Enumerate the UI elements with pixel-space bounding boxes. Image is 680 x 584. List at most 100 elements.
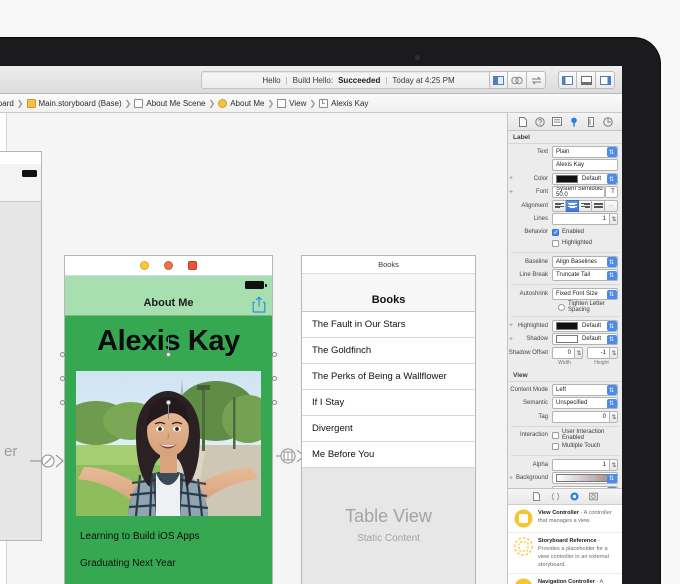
table-row[interactable]: Divergent xyxy=(302,416,475,442)
quick-help-tab[interactable] xyxy=(534,116,545,127)
line-break-row: Line Break Truncate Tail xyxy=(508,269,622,281)
about-me-navbar[interactable]: About Me xyxy=(65,276,272,316)
shadow-color-popup[interactable]: Default xyxy=(552,333,618,345)
user-interaction-checkbox[interactable] xyxy=(552,432,559,439)
selection-handle[interactable] xyxy=(166,400,171,405)
alpha-stepper[interactable]: 1 xyxy=(552,459,618,471)
toggle-navigator-button[interactable] xyxy=(558,71,577,89)
lines-stepper[interactable]: 1 xyxy=(552,213,618,225)
background-row: + Background xyxy=(508,472,622,484)
table-row[interactable]: The Fault in Our Stars xyxy=(302,312,475,338)
align-left-button[interactable] xyxy=(552,200,566,212)
font-picker-button[interactable]: T xyxy=(605,186,618,198)
line-break-popup[interactable]: Truncate Tail xyxy=(552,269,618,281)
size-inspector-tab[interactable] xyxy=(585,116,596,127)
list-item[interactable]: Learning to Build iOS Apps xyxy=(80,531,262,542)
partial-scene[interactable] xyxy=(0,151,42,541)
toggle-utilities-button[interactable] xyxy=(596,71,615,89)
behavior-highlighted-row: Highlighted xyxy=(508,238,622,249)
list-item[interactable]: Navigation Controller - A controller tha… xyxy=(508,574,622,584)
text-color-popup[interactable]: Default xyxy=(552,173,618,185)
alignment-label: Alignment xyxy=(508,203,552,209)
label-text-input[interactable]: Alexis Kay xyxy=(552,159,618,171)
books-navbar[interactable]: Books xyxy=(302,274,475,312)
library-tab-bar xyxy=(508,489,622,505)
autoshrink-popup[interactable]: Fixed Font Size xyxy=(552,288,618,300)
highlighted-color-row: + Highlighted Default xyxy=(508,320,622,332)
baseline-popup[interactable]: Align Baselines xyxy=(552,256,618,268)
selection-handle[interactable] xyxy=(272,376,277,381)
shadow-offset-width[interactable]: 0 xyxy=(552,347,583,359)
breadcrumb-item-3[interactable]: About Me xyxy=(216,99,266,108)
text-value-row: Alexis Kay xyxy=(508,159,622,171)
breadcrumb-item-5[interactable]: L Alexis Kay xyxy=(317,99,370,108)
books-scene[interactable]: Books Books The Fault in Our Stars The G… xyxy=(301,255,476,584)
selfie-photo[interactable] xyxy=(76,371,261,516)
about-me-nav-title: About Me xyxy=(65,297,272,309)
align-natural-button[interactable]: ··· xyxy=(605,200,618,212)
text-style-row: Text Plain xyxy=(508,146,622,158)
version-editor-button[interactable] xyxy=(527,71,546,89)
alignment-row: Alignment ··· xyxy=(508,200,622,212)
highlighted-color-popup[interactable]: Default xyxy=(552,320,618,332)
storyboard-canvas[interactable]: er About Me xyxy=(0,113,507,584)
attributes-inspector-tab[interactable] xyxy=(568,116,579,127)
about-me-scene[interactable]: About Me Alexis Kay xyxy=(64,255,273,584)
semantic-popup[interactable]: Unspecified xyxy=(552,397,618,409)
breadcrumb-sep: ❯ xyxy=(124,99,133,108)
view-controller-library-icon xyxy=(514,509,533,528)
content-mode-popup[interactable]: Left xyxy=(552,384,618,396)
standard-editor-button[interactable] xyxy=(489,71,508,89)
toggle-debug-button[interactable] xyxy=(577,71,596,89)
exit-dock-icon[interactable] xyxy=(188,261,197,270)
share-icon[interactable] xyxy=(252,296,266,313)
breadcrumb-item-2[interactable]: About Me Scene xyxy=(132,99,207,108)
table-row[interactable]: The Perks of Being a Wallflower xyxy=(302,364,475,390)
shadow-offset-height[interactable]: -1 xyxy=(587,347,618,359)
tag-row: Tag 0 xyxy=(508,411,622,423)
media-library-tab[interactable] xyxy=(589,492,599,502)
tighten-radio[interactable] xyxy=(558,304,565,311)
alignment-segmented-control[interactable]: ··· xyxy=(552,200,618,212)
breadcrumb-item-0[interactable]: storyboard xyxy=(0,99,16,108)
code-snippet-library-tab[interactable] xyxy=(551,492,561,502)
highlighted-checkbox[interactable] xyxy=(552,240,559,247)
identity-inspector-tab[interactable] xyxy=(551,116,562,127)
object-library-tab[interactable] xyxy=(570,492,580,502)
segue-arrow-left[interactable] xyxy=(30,453,66,469)
multiple-touch-checkbox[interactable] xyxy=(552,443,559,450)
breadcrumb-item-4[interactable]: View xyxy=(275,99,308,108)
tag-label: Tag xyxy=(508,414,552,420)
selection-handle[interactable] xyxy=(60,352,65,357)
selection-handle[interactable] xyxy=(272,352,277,357)
background-color-popup[interactable] xyxy=(552,472,618,484)
connections-inspector-tab[interactable] xyxy=(602,116,613,127)
breadcrumb-item-1[interactable]: Main.storyboard (Base) xyxy=(25,99,124,108)
text-style-popup[interactable]: Plain xyxy=(552,146,618,158)
semantic-row: Semantic Unspecified xyxy=(508,397,622,409)
table-row[interactable]: If I Stay xyxy=(302,390,475,416)
align-right-button[interactable] xyxy=(579,200,592,212)
list-item[interactable]: Storyboard Reference - Provides a placeh… xyxy=(508,533,622,574)
file-template-library-tab[interactable] xyxy=(532,492,542,502)
selection-handle[interactable] xyxy=(60,400,65,405)
tag-stepper[interactable]: 0 xyxy=(552,411,618,423)
first-responder-dock-icon[interactable] xyxy=(164,261,173,270)
file-inspector-tab[interactable] xyxy=(517,116,528,127)
table-row[interactable]: Me Before You xyxy=(302,442,475,468)
list-item[interactable]: View Controller - A controller that mana… xyxy=(508,505,622,533)
enabled-checkbox[interactable] xyxy=(552,229,559,236)
divider xyxy=(511,455,619,456)
selection-handle[interactable] xyxy=(272,400,277,405)
list-item[interactable]: Graduating Next Year xyxy=(80,558,262,569)
selection-handle[interactable] xyxy=(166,352,171,357)
align-justified-button[interactable] xyxy=(592,200,605,212)
books-scene-caption: Books xyxy=(302,256,475,274)
selection-handle[interactable] xyxy=(60,376,65,381)
align-center-button[interactable] xyxy=(566,200,579,212)
table-row[interactable]: The Goldfinch xyxy=(302,338,475,364)
view-controller-dock-icon[interactable] xyxy=(140,261,149,270)
assistant-editor-button[interactable] xyxy=(508,71,527,89)
breadcrumb-label-1: Main.storyboard (Base) xyxy=(39,99,122,108)
font-field[interactable]: System Semibold 50.0 xyxy=(552,186,605,198)
